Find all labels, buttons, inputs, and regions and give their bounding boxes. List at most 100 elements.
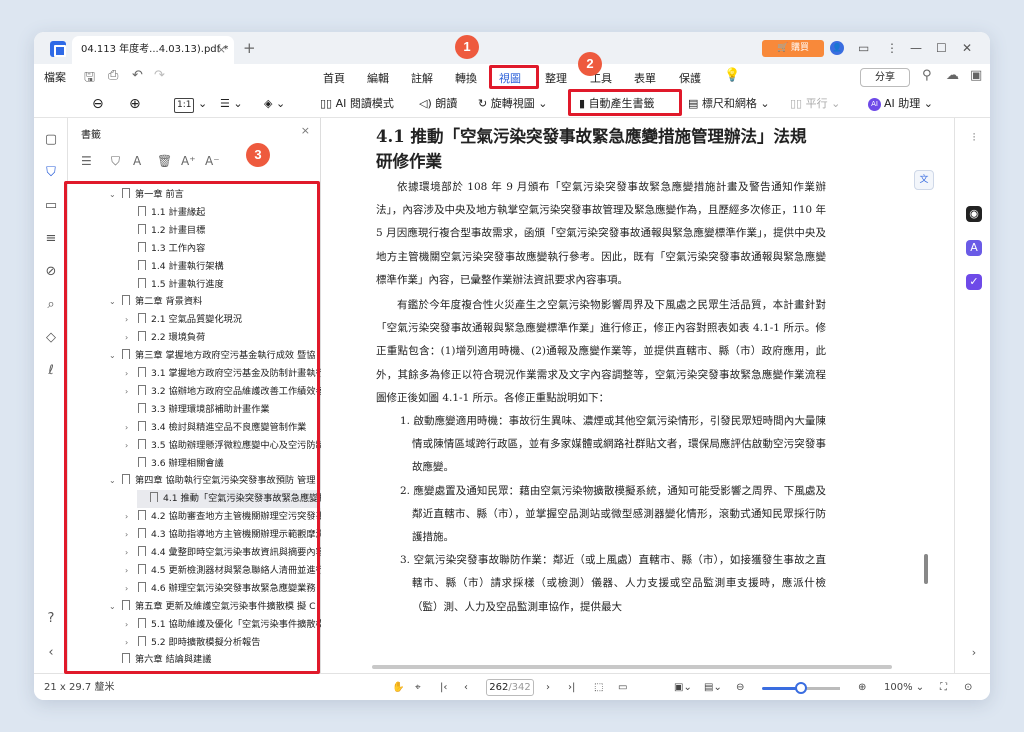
compare-button[interactable]: ▯▯ 平行 ⌄ [790, 95, 840, 113]
paint-bucket-icon: ◈ [264, 97, 273, 110]
layers-icon[interactable]: ◇ [43, 330, 59, 345]
expand-rail-icon[interactable]: › [966, 645, 982, 661]
menu-home[interactable]: 首頁 [323, 70, 345, 86]
avatar[interactable]: 👤 [830, 41, 844, 55]
menu-protect[interactable]: 保護 [679, 70, 701, 86]
ai-assistant-button[interactable]: AI AI 助理 ⌄ [868, 95, 933, 113]
feedback-icon[interactable]: ▭ [858, 40, 869, 56]
properties-icon[interactable]: ⫶ [966, 130, 982, 146]
menu-edit[interactable]: 編輯 [367, 70, 389, 86]
page-display-dropdown[interactable]: ▣⌄ [674, 681, 692, 695]
fit-width-icon[interactable]: ▭ [618, 681, 627, 695]
checklist-icon[interactable]: ✓ [966, 274, 982, 290]
search-icon[interactable]: ⌕ [43, 297, 59, 312]
more-status-icon[interactable]: ⊙ [964, 681, 972, 695]
read-aloud-button[interactable]: ◁) 朗讀 [419, 95, 457, 113]
delete-bookmark-icon[interactable]: 🗑 [157, 154, 172, 168]
menu-file[interactable]: 檔案 [44, 69, 66, 85]
callout-badge: 1 [455, 35, 479, 59]
menu-convert[interactable]: 轉換 [455, 70, 477, 86]
new-tab-button[interactable]: + [243, 39, 256, 57]
paragraph: 依據環境部於 108 年 9 月頒布「空氣污染突發事故緊急應變措施計畫及警告通知… [376, 181, 826, 286]
fit-page-icon[interactable]: ⬚ [594, 681, 603, 695]
translate-panel-icon[interactable]: A [966, 240, 982, 256]
ai-assistant-label: AI 助理 [884, 97, 921, 110]
zoom-slider-thumb[interactable] [795, 682, 807, 694]
redo-icon[interactable]: ↷ [154, 68, 165, 83]
callout-badge: 3 [246, 143, 270, 167]
tab-close-icon[interactable]: × [217, 36, 226, 64]
layers-list-icon[interactable]: ≡ [43, 231, 59, 246]
horizontal-scrollbar[interactable] [372, 665, 892, 669]
comment-icon[interactable]: ▭ [43, 198, 59, 213]
panel-icon[interactable]: ▣ [970, 68, 982, 83]
next-page-icon[interactable]: › [546, 681, 550, 695]
fullscreen-icon[interactable]: ⛶ [940, 681, 947, 695]
chevron-down-icon: ⌄ [538, 97, 548, 110]
previous-page-icon[interactable]: ‹ [464, 681, 468, 695]
page-thumbnail-icon[interactable]: ▢ [43, 132, 59, 147]
ai-read-mode-button[interactable]: ▯▯ AI 閱讀模式 [320, 95, 394, 113]
more-options-icon[interactable]: ⋮ [886, 40, 898, 56]
ruler-icon: ▤ [688, 97, 699, 110]
minimize-icon[interactable]: — [910, 40, 922, 56]
menu-comment[interactable]: 註解 [411, 70, 433, 86]
attachment-icon[interactable]: ⊘ [43, 264, 59, 279]
zoom-level-dropdown[interactable]: 100% ⌄ [884, 681, 924, 695]
page-layout-icon: ☰ [220, 97, 230, 110]
actual-size-dropdown[interactable]: 1:1 ⌄ [174, 95, 207, 113]
zoom-in-icon[interactable]: ⊕ [129, 95, 141, 113]
print-icon[interactable]: ⎙ [108, 68, 118, 83]
undo-icon[interactable]: ↶ [132, 68, 143, 83]
last-page-icon[interactable]: ›| [568, 681, 575, 695]
hierarchy-icon[interactable]: ⚲ [922, 68, 932, 83]
save-icon[interactable]: 🖫 [84, 68, 95, 90]
hand-tool-icon[interactable]: ✋ [392, 681, 404, 695]
chevron-down-icon: ⌄ [760, 97, 770, 110]
first-page-icon[interactable]: |‹ [440, 681, 447, 695]
decrease-font-icon[interactable]: A⁻ [205, 154, 220, 168]
buy-label: 購買 [791, 43, 810, 53]
zoom-in-status-icon[interactable]: ⊕ [858, 681, 866, 695]
fill-color-dropdown[interactable]: ◈ ⌄ [264, 95, 285, 113]
list-item: 2. 應變處置及通知民眾：藉由空氣污染物擴散模擬系統，通知可能受影響之周界、下風… [400, 484, 826, 544]
panel-close-icon[interactable]: × [301, 124, 310, 137]
chevron-down-icon: ⌄ [197, 97, 208, 110]
add-bookmark-icon[interactable]: ⛉ [111, 154, 120, 169]
tab-title: 04.113 年度考...4.03.13).pdf * [81, 44, 229, 55]
signature-icon[interactable]: ℓ [43, 363, 59, 378]
menu-forms[interactable]: 表單 [634, 70, 656, 86]
title-bar: 04.113 年度考...4.03.13).pdf * × + 🛒 購買 👤 ▭… [34, 32, 990, 64]
buy-button[interactable]: 🛒 購買 [762, 40, 824, 57]
page-layout-dropdown[interactable]: ☰ ⌄ [220, 95, 243, 113]
collapse-rail-icon[interactable]: ‹ [43, 645, 59, 660]
document-tab[interactable]: 04.113 年度考...4.03.13).pdf * × [72, 36, 234, 64]
increase-font-icon[interactable]: A⁺ [181, 154, 196, 168]
ai-bookmark-icon[interactable]: A [133, 154, 141, 168]
close-window-icon[interactable]: ✕ [962, 40, 972, 56]
view-menu-highlight [489, 65, 539, 89]
maximize-icon[interactable]: ☐ [936, 40, 947, 56]
rulers-grid-button[interactable]: ▤ 標尺和網格 ⌄ [688, 95, 770, 113]
chevron-down-icon: ⌄ [233, 97, 243, 110]
zoom-out-icon[interactable]: ⊖ [92, 95, 104, 113]
zoom-level: 100% [884, 682, 913, 693]
select-tool-icon[interactable]: ⌖ [415, 681, 421, 695]
book-icon: ▯▯ [320, 97, 333, 110]
expand-all-icon[interactable]: ☰ [81, 154, 92, 168]
vertical-scrollbar[interactable] [924, 554, 928, 584]
zoom-out-status-icon[interactable]: ⊖ [736, 681, 744, 695]
share-button[interactable]: 分享 [860, 68, 910, 87]
page-number-field[interactable]: 262/342 [486, 679, 534, 696]
bookmark-rail-icon[interactable]: ⛉ [43, 165, 59, 180]
ai-read-mode-label: AI 閱讀模式 [335, 97, 394, 110]
menu-organize[interactable]: 整理 [545, 70, 567, 86]
translate-icon[interactable]: 文 [914, 170, 934, 190]
chevron-down-icon: ⌄ [923, 97, 933, 110]
ai-chat-icon[interactable]: ◉ [966, 206, 982, 222]
scroll-mode-dropdown[interactable]: ▤⌄ [704, 681, 722, 695]
cloud-icon[interactable]: ☁ [946, 68, 959, 83]
help-icon[interactable]: ? [43, 611, 59, 626]
lightbulb-icon[interactable]: 💡 [724, 68, 740, 83]
rotate-view-button[interactable]: ↻ 旋轉視圖 ⌄ [478, 95, 547, 113]
